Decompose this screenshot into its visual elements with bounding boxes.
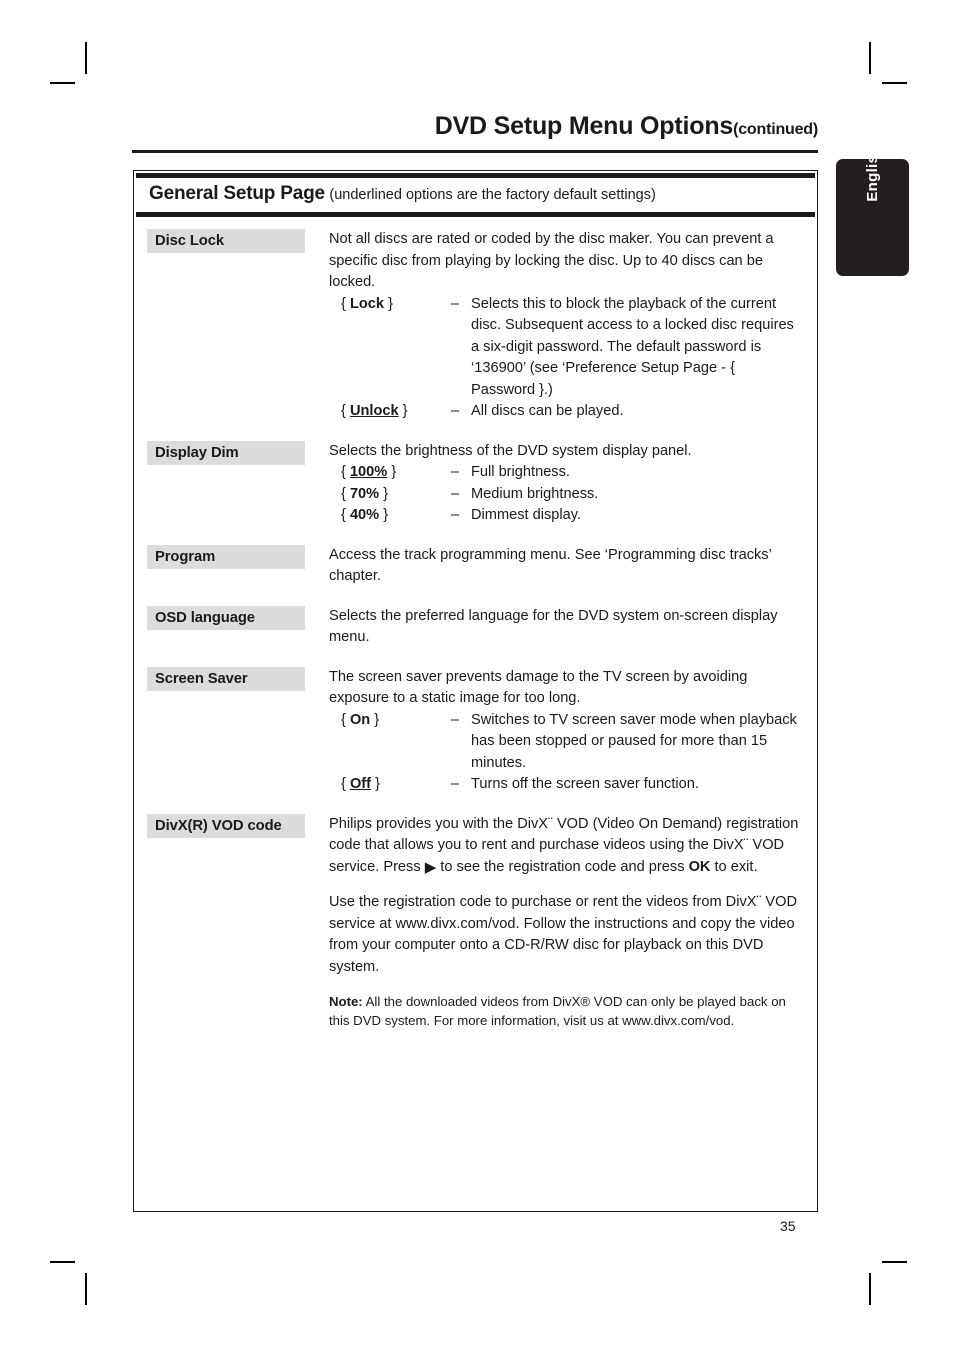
crop-mark-top-left-horizontal <box>50 82 75 84</box>
setting-body-program: Access the track programming menu. See ‘… <box>305 545 817 588</box>
screen-saver-option-off-desc: Turns off the screen saver function. <box>471 776 699 792</box>
header-rule <box>132 150 818 153</box>
disc-lock-option-unlock-dash: – <box>451 403 460 419</box>
settings-rows: Disc Lock Not all discs are rated or cod… <box>134 217 817 1030</box>
section-header: General Setup Page (underlined options a… <box>136 173 815 217</box>
setting-body-disc-lock: Not all discs are rated or coded by the … <box>305 229 817 423</box>
note-text: All the downloaded videos from DivX® VOD… <box>329 994 786 1028</box>
ok-button-reference: OK <box>688 858 711 875</box>
crop-mark-top-left-vertical <box>85 42 87 74</box>
screen-saver-option-on-dash: – <box>451 711 460 728</box>
display-dim-option-100[interactable]: { 100% } – Full brightness. <box>341 462 801 484</box>
display-dim-option-70-key: { 70% } <box>341 485 389 502</box>
setting-label-screen-saver: Screen Saver <box>147 666 305 691</box>
screen-saver-option-off-key: { Off } <box>341 776 380 792</box>
setting-label-disc-lock: Disc Lock <box>147 229 305 253</box>
screen-saver-option-off-dash: – <box>451 776 460 792</box>
screen-saver-option-off[interactable]: { Off } – Turns off the screen saver fun… <box>341 774 801 796</box>
display-dim-option-40-desc: Dimmest display. <box>471 507 582 523</box>
disc-lock-option-unlock-desc: All discs can be played. <box>471 403 624 419</box>
page-title-main: DVD Setup Menu Options <box>434 112 734 140</box>
disc-lock-option-lock-desc: Selects this to block the playback of th… <box>471 295 794 398</box>
play-right-arrow-icon: ▶ <box>424 858 437 876</box>
display-dim-option-40[interactable]: { 40% } – Dimmest display. <box>341 505 801 527</box>
page-number: 35 <box>780 1218 796 1234</box>
setting-label-divx-vod-code: DivX(R) VOD code <box>147 813 305 838</box>
display-dim-option-40-key: { 40% } <box>341 507 389 523</box>
disc-lock-option-lock[interactable]: { Lock } – Selects this to block the pla… <box>341 294 801 402</box>
general-setup-page-panel: General Setup Page (underlined options a… <box>133 170 818 1212</box>
setting-row-disc-lock[interactable]: Disc Lock Not all discs are rated or cod… <box>134 229 817 423</box>
program-intro: Access the track programming menu. See ‘… <box>329 546 772 585</box>
divx-vod-paragraph-1: Philips provides you with the DivX¨ VOD … <box>329 815 799 876</box>
divx-vod-note: Note: All the downloaded videos from Div… <box>329 992 801 1030</box>
crop-mark-top-right-vertical <box>869 42 871 74</box>
setting-body-screen-saver: The screen saver prevents damage to the … <box>305 667 817 796</box>
crop-mark-bottom-right-horizontal <box>882 1261 907 1263</box>
display-dim-option-40-dash: – <box>451 507 460 523</box>
section-title: General Setup Page <box>149 183 325 204</box>
language-side-tab: English <box>836 145 909 276</box>
disc-lock-option-unlock[interactable]: { Unlock } – All discs can be played. <box>341 401 801 423</box>
screen-saver-intro: The screen saver prevents damage to the … <box>329 668 748 707</box>
setting-label-osd-language: OSD language <box>147 605 305 630</box>
screen-saver-option-on-key: { On } <box>341 711 380 728</box>
setting-row-program[interactable]: Program Access the track programming men… <box>134 544 817 588</box>
crop-mark-bottom-right-vertical <box>869 1273 871 1305</box>
display-dim-option-70-dash: – <box>451 485 460 502</box>
display-dim-option-100-dash: – <box>451 464 460 480</box>
setting-row-osd-language[interactable]: OSD language Selects the preferred langu… <box>134 605 817 649</box>
page-title: DVD Setup Menu Options(continued) <box>132 112 818 141</box>
divx-vod-paragraph-2: Use the registration code to purchase or… <box>329 894 798 975</box>
osd-language-intro: Selects the preferred language for the D… <box>329 607 778 646</box>
setting-body-divx-vod-code: Philips provides you with the DivX¨ VOD … <box>305 814 817 1031</box>
setting-row-display-dim[interactable]: Display Dim Selects the brightness of th… <box>134 440 817 527</box>
disc-lock-option-unlock-key: { Unlock } <box>341 403 408 419</box>
page-title-continued: (continued) <box>733 121 818 138</box>
screen-saver-option-on-desc: Switches to TV screen saver mode when pl… <box>471 711 797 771</box>
display-dim-option-70-desc: Medium brightness. <box>471 485 599 502</box>
screen-saver-option-on[interactable]: { On } – Switches to TV screen saver mod… <box>341 710 801 775</box>
disc-lock-intro: Not all discs are rated or coded by the … <box>329 231 774 290</box>
display-dim-intro: Selects the brightness of the DVD system… <box>329 442 692 459</box>
note-label: Note: <box>329 994 363 1009</box>
display-dim-option-100-key: { 100% } <box>341 464 397 480</box>
section-header-inner: General Setup Page (underlined options a… <box>136 177 815 213</box>
display-dim-option-70[interactable]: { 70% } – Medium brightness. <box>341 484 801 506</box>
setting-label-program: Program <box>147 544 305 569</box>
display-dim-option-100-desc: Full brightness. <box>471 464 570 480</box>
setting-label-display-dim: Display Dim <box>147 440 305 465</box>
section-note: (underlined options are the factory defa… <box>329 187 656 203</box>
crop-mark-bottom-left-vertical <box>85 1273 87 1305</box>
disc-lock-option-lock-dash: – <box>451 295 460 312</box>
setting-row-screen-saver[interactable]: Screen Saver The screen saver prevents d… <box>134 666 817 796</box>
crop-mark-top-right-horizontal <box>882 82 907 84</box>
setting-row-divx-vod-code[interactable]: DivX(R) VOD code Philips provides you wi… <box>134 813 817 1031</box>
disc-lock-option-lock-key: { Lock } <box>341 295 393 312</box>
setting-body-display-dim: Selects the brightness of the DVD system… <box>305 441 817 527</box>
crop-mark-bottom-left-horizontal <box>50 1261 75 1263</box>
language-side-tab-label: English <box>864 145 881 202</box>
setting-body-osd-language: Selects the preferred language for the D… <box>305 606 817 649</box>
